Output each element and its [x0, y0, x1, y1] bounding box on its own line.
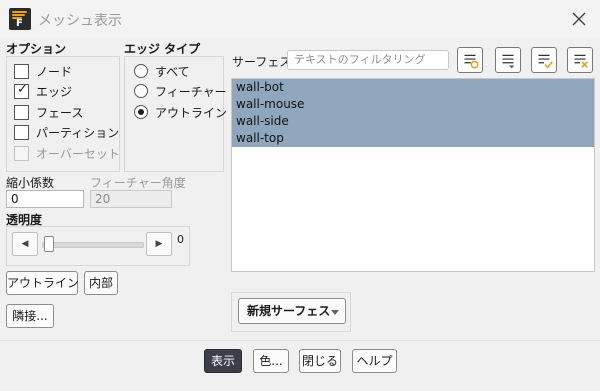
adjacency-button[interactable]: 隣接... [6, 304, 54, 328]
surface-filter-input[interactable]: テキストのフィルタリング [287, 50, 449, 70]
option-overset-label: オーバーセット [36, 146, 120, 161]
slider-right-button[interactable]: ▶ [146, 232, 172, 256]
outline-button[interactable]: アウトライン [6, 271, 79, 295]
app-logo-icon: F [9, 8, 31, 30]
chevron-down-icon [331, 310, 339, 315]
new-surface-dropdown[interactable]: 新規サーフェス [238, 298, 346, 324]
edge-type-feature[interactable]: フィーチャー [134, 82, 227, 100]
close-button[interactable]: 閉じる [299, 349, 341, 373]
deselect-all-icon[interactable] [567, 47, 593, 73]
transparency-slider-track[interactable] [42, 242, 144, 248]
edge-checkbox[interactable]: ✓ [14, 81, 29, 99]
select-filter-icon[interactable] [457, 47, 483, 73]
edge-type-all-label: すべて [155, 64, 190, 79]
help-button[interactable]: ヘルプ [352, 349, 397, 373]
select-all-icon[interactable] [531, 47, 557, 73]
transparency-slider-thumb[interactable] [44, 236, 54, 252]
edge-type-outline[interactable]: アウトライン [134, 103, 227, 121]
new-surface-label: 新規サーフェス [247, 304, 331, 318]
feature-angle-input: 20 [90, 190, 172, 208]
overset-checkbox [14, 145, 29, 161]
footer-divider [0, 340, 600, 341]
edge-type-all-radio[interactable] [134, 64, 148, 78]
surfaces-list[interactable]: wall-bot wall-mouse wall-side wall-top [231, 78, 595, 272]
edge-type-outline-label: アウトライン [155, 105, 228, 120]
title-bar: F メッシュ表示 [0, 0, 600, 38]
option-face[interactable]: フェース [14, 103, 83, 121]
option-edge[interactable]: ✓ エッジ [14, 82, 72, 100]
surface-item-wall-mouse[interactable]: wall-mouse [232, 96, 594, 113]
surface-item-wall-side[interactable]: wall-side [232, 113, 594, 130]
option-face-label: フェース [36, 105, 84, 120]
interior-button[interactable]: 内部 [84, 271, 118, 295]
option-node-label: ノード [36, 64, 73, 79]
list-options-icon[interactable] [495, 47, 521, 73]
edge-type-feature-radio[interactable] [134, 84, 148, 98]
option-partition-label: パーティション [36, 125, 120, 140]
face-checkbox[interactable] [14, 104, 29, 120]
option-edge-label: エッジ [36, 84, 73, 99]
slider-left-button[interactable]: ◀ [12, 232, 38, 256]
edge-type-all[interactable]: すべて [134, 62, 190, 80]
edge-type-heading: エッジ タイプ [124, 42, 201, 56]
surface-item-wall-top[interactable]: wall-top [232, 130, 594, 147]
colors-button[interactable]: 色... [253, 349, 289, 373]
checkmark-icon: ✓ [17, 81, 28, 97]
option-node[interactable]: ノード [14, 62, 72, 80]
partition-checkbox[interactable] [14, 124, 29, 140]
edge-type-feature-label: フィーチャー [155, 84, 227, 99]
option-partition[interactable]: パーティション [14, 123, 119, 141]
window-title: メッシュ表示 [38, 13, 122, 29]
surface-item-wall-bot[interactable]: wall-bot [232, 79, 594, 96]
surfaces-label: サーフェス [232, 55, 292, 69]
edge-type-outline-radio[interactable] [134, 105, 148, 119]
transparency-value: 0 [177, 233, 184, 246]
display-button[interactable]: 表示 [204, 349, 242, 373]
shrink-factor-label: 縮小係数 [6, 176, 55, 190]
close-icon[interactable] [568, 8, 590, 30]
options-heading: オプション [6, 42, 67, 56]
feature-angle-label: フィーチャー角度 [90, 176, 186, 190]
option-overset: オーバーセット [14, 144, 120, 162]
node-checkbox[interactable] [14, 63, 29, 79]
shrink-factor-input[interactable]: 0 [6, 190, 84, 208]
